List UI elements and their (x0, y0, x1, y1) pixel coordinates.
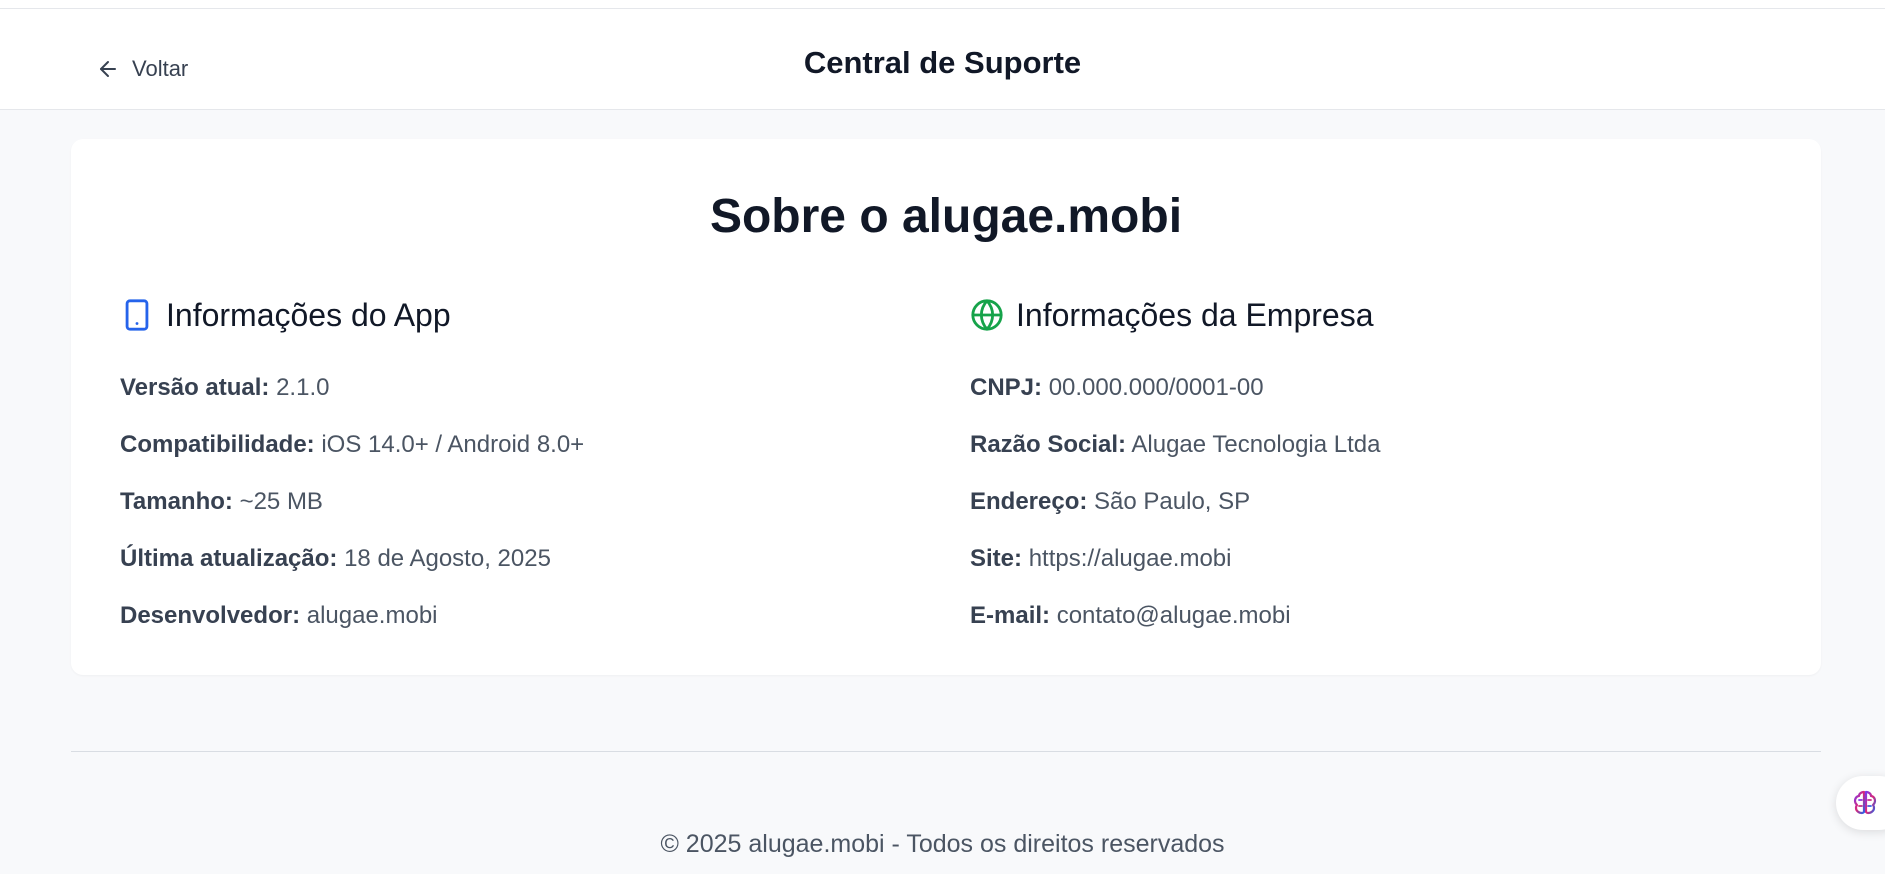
company-info-row-site: Site: https://alugae.mobi (970, 530, 1790, 587)
row-label: Tamanho: (120, 488, 233, 515)
top-border (0, 0, 1885, 9)
brain-icon (1853, 790, 1877, 815)
row-label: Endereço: (970, 488, 1088, 515)
row-value: https://alugae.mobi (1028, 545, 1232, 572)
row-label: Versão atual: (120, 374, 270, 401)
company-info-heading: Informações da Empresa (970, 295, 1790, 335)
app-info-row-size: Tamanho: ~25 MB (120, 473, 940, 530)
app-info-row-developer: Desenvolvedor: alugae.mobi (120, 587, 940, 644)
row-label: Site: (970, 545, 1023, 572)
company-info-row-legal-name: Razão Social: Alugae Tecnologia Ltda (970, 416, 1790, 473)
footer-copyright: © 2025 alugae.mobi - Todos os direitos r… (660, 830, 1225, 858)
row-label: Última atualização: (120, 545, 338, 572)
row-value: 00.000.000/0001-00 (1048, 374, 1264, 401)
row-value: São Paulo, SP (1094, 488, 1251, 515)
row-label: Razão Social: (970, 431, 1127, 458)
page-header: Voltar Central de Suporte (0, 9, 1885, 110)
row-value: iOS 14.0+ / Android 8.0+ (321, 431, 585, 458)
row-value: alugae.mobi (306, 602, 438, 629)
company-info-row-address: Endereço: São Paulo, SP (970, 473, 1790, 530)
company-info-section: Informações da Empresa CNPJ: 00.000.000/… (970, 295, 1790, 644)
row-value: ~25 MB (239, 488, 323, 515)
company-info-row-cnpj: CNPJ: 00.000.000/0001-00 (970, 359, 1790, 416)
row-value: 2.1.0 (276, 374, 330, 401)
row-value: contato@alugae.mobi (1056, 602, 1291, 629)
about-card: Sobre o alugae.mobi Informações do App V… (71, 139, 1821, 675)
globe-icon (971, 299, 1003, 331)
app-info-heading: Informações do App (120, 295, 940, 335)
about-title: Sobre o alugae.mobi (709, 190, 1183, 243)
row-label: CNPJ: (970, 374, 1043, 401)
company-info-heading-label: Informações da Empresa (1016, 296, 1374, 333)
row-label: Compatibilidade: (120, 431, 315, 458)
app-info-heading-label: Informações do App (166, 296, 451, 333)
row-label: Desenvolvedor: (120, 602, 301, 629)
app-info-row-last-update: Última atualização: 18 de Agosto, 2025 (120, 530, 940, 587)
row-label: E-mail: (970, 602, 1051, 629)
smartphone-icon (125, 299, 149, 331)
app-info-row-compatibility: Compatibilidade: iOS 14.0+ / Android 8.0… (120, 416, 940, 473)
app-info-section: Informações do App Versão atual: 2.1.0 C… (120, 295, 940, 644)
footer-divider (71, 751, 1821, 752)
row-value: Alugae Tecnologia Ltda (1131, 431, 1381, 458)
assistant-fab-button[interactable] (1836, 776, 1885, 830)
app-info-row-version: Versão atual: 2.1.0 (120, 359, 940, 416)
page-title: Central de Suporte (803, 45, 1082, 80)
company-info-row-email: E-mail: contato@alugae.mobi (970, 587, 1790, 644)
row-value: 18 de Agosto, 2025 (344, 545, 551, 572)
